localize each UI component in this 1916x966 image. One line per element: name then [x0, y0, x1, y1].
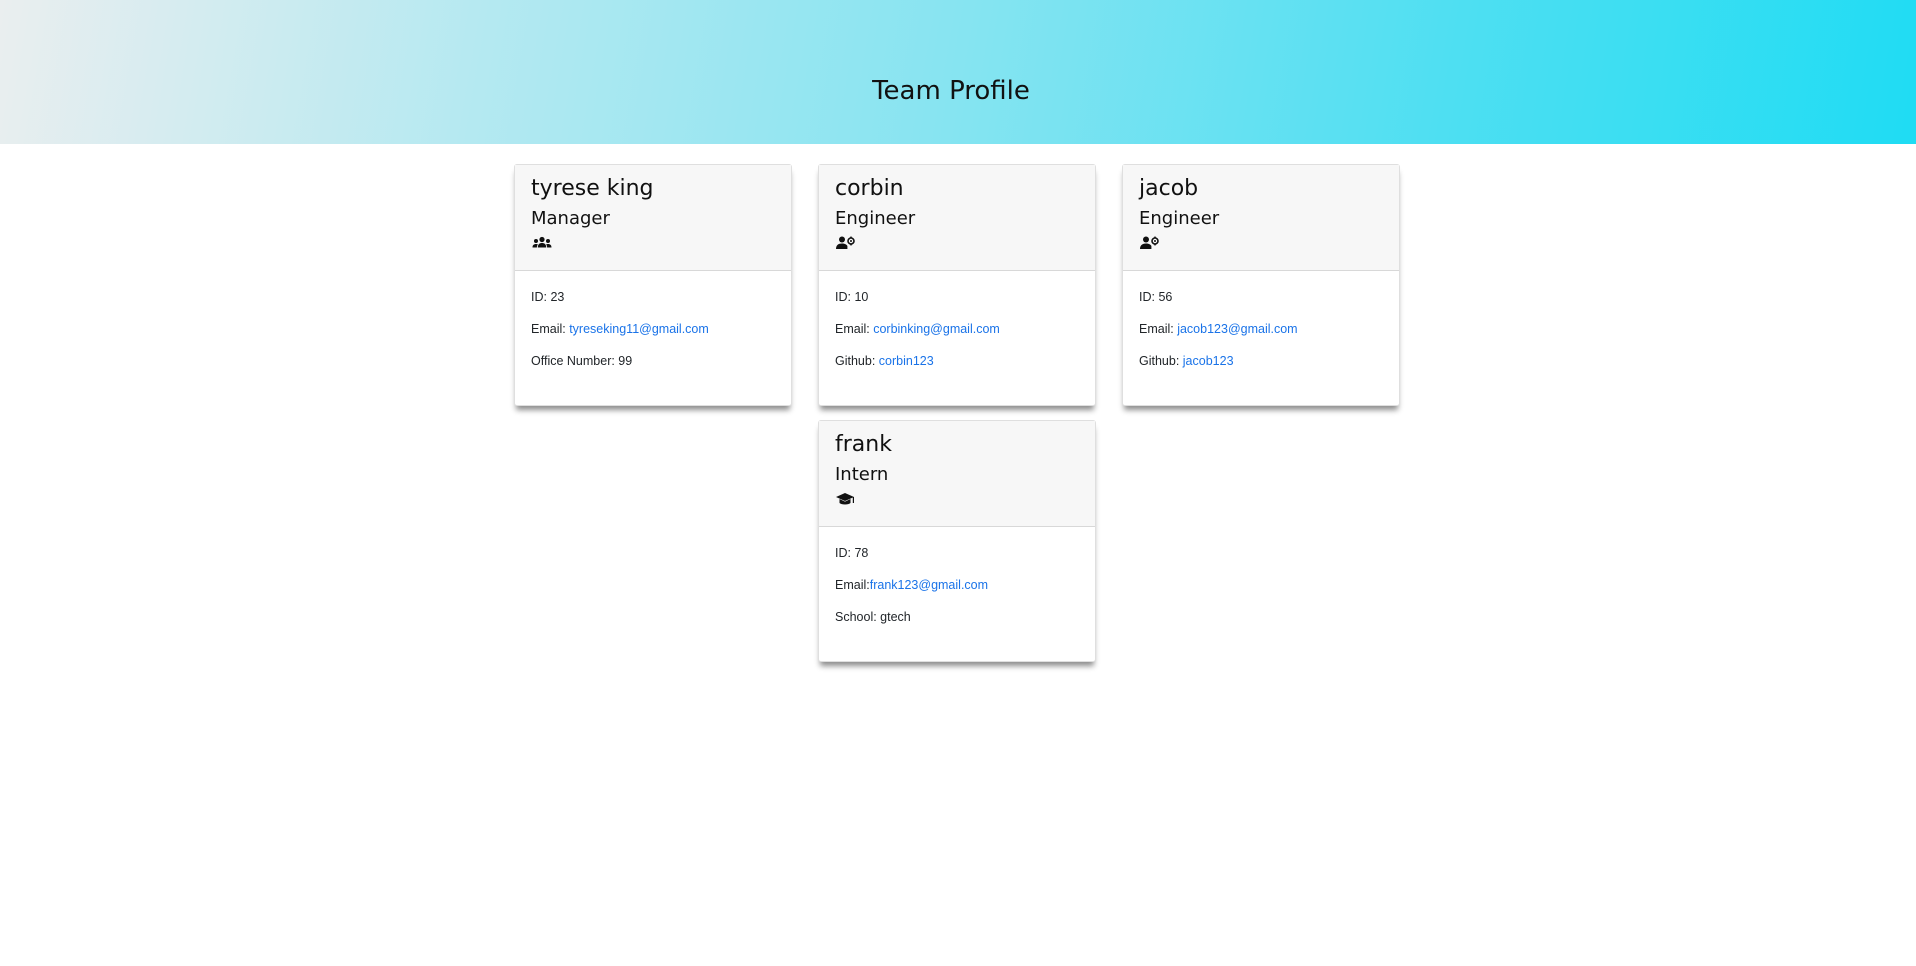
- employee-role: Engineer: [1139, 208, 1220, 229]
- card-body: ID: 78 Email:frank123@gmail.com School: …: [819, 527, 1095, 661]
- employee-card-engineer: jacob Engineer ID: 56 Email: jacob123@gm…: [1122, 164, 1400, 406]
- card-header: frank Intern: [819, 421, 1095, 527]
- employee-name: tyrese king: [531, 176, 654, 201]
- employee-id: ID: 23: [531, 290, 565, 304]
- school: School: gtech: [835, 610, 911, 624]
- email-link[interactable]: frank123@gmail.com: [870, 578, 988, 592]
- graduation-cap-icon: [836, 493, 854, 505]
- employee-email-row: Email: corbinking@gmail.com: [835, 321, 1079, 337]
- github-row: Github: jacob123: [1139, 353, 1383, 369]
- employee-card-intern: frank Intern ID: 78 Email:frank123@gmail…: [818, 420, 1096, 662]
- employee-card-manager: tyrese king Manager ID: 23 Email: tyrese…: [514, 164, 792, 406]
- email-label: Email:: [531, 322, 570, 336]
- employee-name: jacob: [1139, 176, 1199, 201]
- employee-name: frank: [835, 432, 892, 457]
- github-link[interactable]: jacob123: [1183, 354, 1234, 368]
- email-link[interactable]: tyreseking11@gmail.com: [569, 322, 709, 336]
- employee-id: ID: 78: [835, 546, 869, 560]
- email-link[interactable]: corbinking@gmail.com: [873, 322, 1000, 336]
- page-title: Team Profile: [872, 76, 1030, 106]
- page-header: Team Profile: [0, 0, 1916, 144]
- email-label: Email:: [835, 322, 874, 336]
- employee-email-row: Email: jacob123@gmail.com: [1139, 321, 1383, 337]
- card-header: jacob Engineer: [1123, 165, 1399, 271]
- user-gear-icon: [836, 236, 855, 249]
- users-icon: [532, 236, 552, 248]
- employee-name: corbin: [835, 176, 904, 201]
- card-body: ID: 10 Email: corbinking@gmail.com Githu…: [819, 271, 1095, 405]
- github-row: Github: corbin123: [835, 353, 1079, 369]
- email-link[interactable]: jacob123@gmail.com: [1177, 322, 1297, 336]
- employee-email-row: Email: tyreseking11@gmail.com: [531, 321, 775, 337]
- employee-email-row: Email:frank123@gmail.com: [835, 577, 1079, 593]
- card-header: tyrese king Manager: [515, 165, 791, 271]
- office-number: Office Number: 99: [531, 354, 633, 368]
- employee-id: ID: 10: [835, 290, 869, 304]
- employee-id: ID: 56: [1139, 290, 1173, 304]
- email-label: Email:: [835, 578, 870, 592]
- employee-role: Engineer: [835, 208, 916, 229]
- employee-role: Intern: [835, 464, 889, 485]
- github-label: Github:: [835, 354, 879, 368]
- github-link[interactable]: corbin123: [879, 354, 934, 368]
- user-gear-icon: [1140, 236, 1159, 249]
- email-label: Email:: [1139, 322, 1178, 336]
- card-body: ID: 56 Email: jacob123@gmail.com Github:…: [1123, 271, 1399, 405]
- employee-card-engineer: corbin Engineer ID: 10 Email: corbinking…: [818, 164, 1096, 406]
- github-label: Github:: [1139, 354, 1183, 368]
- employee-role: Manager: [531, 208, 610, 229]
- card-header: corbin Engineer: [819, 165, 1095, 271]
- card-body: ID: 23 Email: tyreseking11@gmail.com Off…: [515, 271, 791, 405]
